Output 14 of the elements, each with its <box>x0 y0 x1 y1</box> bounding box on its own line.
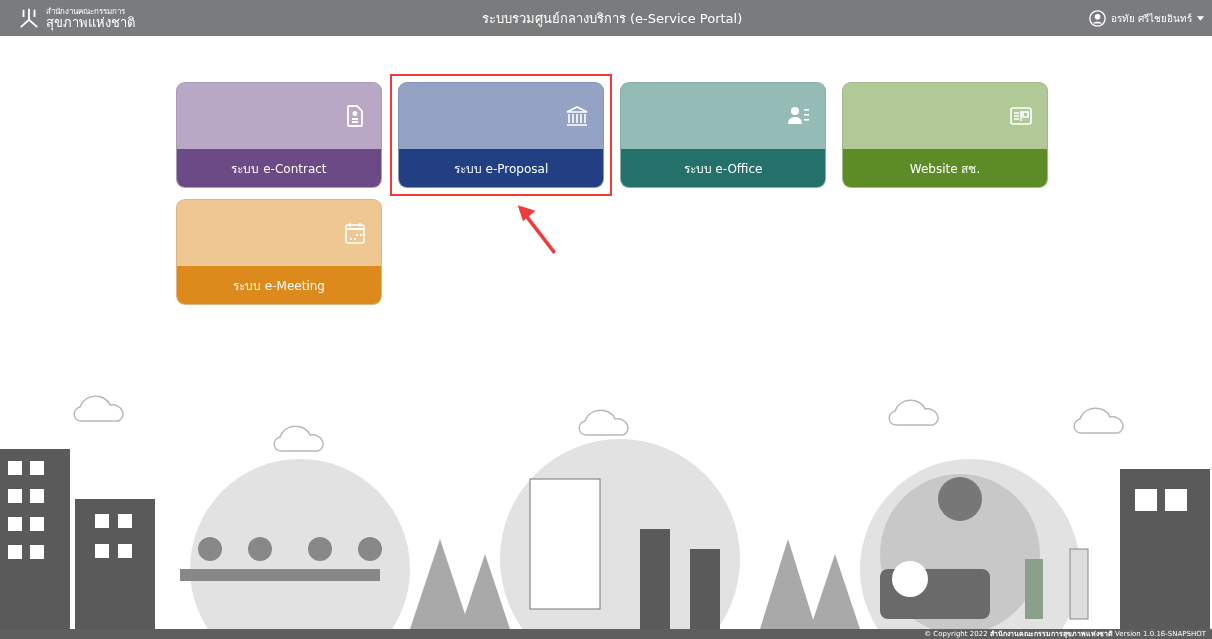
portal-title: ระบบรวมศูนย์กลางบริการ (e-Service Portal) <box>481 9 743 29</box>
user-menu[interactable]: อรทัย ศรีไชยอินทร์ <box>946 7 1206 29</box>
logo-text: สุขภาพแห่งชาติ <box>46 15 135 29</box>
system-card[interactable]: Website สช. <box>842 82 1048 188</box>
logo-text: สำนักงานคณะกรรมการ <box>46 7 126 16</box>
logo-icon <box>18 7 40 29</box>
system-card[interactable]: ระบบ e-Office <box>620 82 826 188</box>
id-card-icon <box>1009 104 1033 128</box>
caret-icon <box>1197 15 1204 21</box>
system-card[interactable]: ระบบ e-Proposal <box>398 82 604 188</box>
system-card[interactable]: ระบบ e-Contract <box>176 82 382 188</box>
building-columns-icon <box>565 104 589 128</box>
avatar-icon <box>1088 9 1106 27</box>
calendar-icon <box>343 221 367 245</box>
